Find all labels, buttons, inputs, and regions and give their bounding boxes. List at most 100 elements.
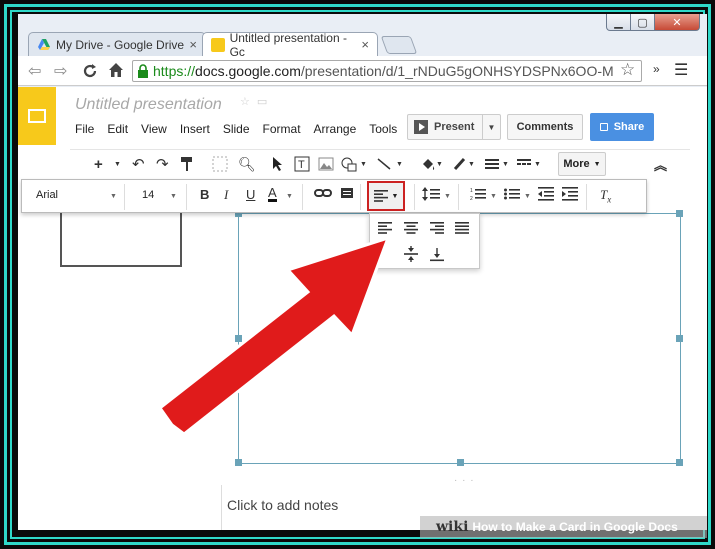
new-tab-button[interactable] xyxy=(380,36,418,54)
align-dropdown-icon: ▼ xyxy=(391,192,399,200)
collapse-toolbar-icon[interactable]: ︽ xyxy=(654,154,667,174)
menu-edit[interactable]: Edit xyxy=(107,122,128,136)
close-window-button[interactable]: ✕ xyxy=(654,14,700,31)
bulleted-list-dropdown-icon[interactable]: ▼ xyxy=(524,193,531,200)
redo-icon[interactable]: ↷ xyxy=(156,154,169,174)
speaker-notes[interactable]: Click to add notes xyxy=(227,497,338,513)
tab-untitled-presentation[interactable]: Untitled presentation - Gc × xyxy=(202,31,378,59)
underline-icon[interactable]: U xyxy=(246,187,255,202)
menu-tools[interactable]: Tools xyxy=(369,122,397,136)
resize-handle[interactable] xyxy=(676,459,683,466)
forward-icon[interactable]: ⇨ xyxy=(54,61,67,81)
border-dash-icon[interactable] xyxy=(516,154,532,174)
present-button[interactable]: Present ▼ xyxy=(407,114,501,140)
zoom-icon[interactable]: 🔍︎ xyxy=(238,154,256,174)
present-dropdown-icon[interactable]: ▼ xyxy=(482,115,500,139)
undo-icon[interactable]: ↶ xyxy=(132,154,145,174)
increase-indent-icon[interactable] xyxy=(562,187,578,204)
border-dash-dropdown-icon[interactable]: ▼ xyxy=(534,154,541,174)
border-weight-dropdown-icon[interactable]: ▼ xyxy=(502,154,509,174)
border-weight-icon[interactable] xyxy=(484,154,500,174)
divider xyxy=(458,184,459,210)
menu-icon[interactable]: ☰ xyxy=(674,60,688,80)
zoom-fit-icon[interactable] xyxy=(212,154,228,174)
document-title[interactable]: Untitled presentation xyxy=(75,96,222,114)
slides-logo-icon xyxy=(28,109,46,123)
notes-divider xyxy=(221,485,222,530)
menu-bar: File Edit View Insert Slide Format Arran… xyxy=(75,122,410,136)
bookmark-star-icon[interactable]: ☆ xyxy=(620,60,635,80)
menu-insert[interactable]: Insert xyxy=(180,122,210,136)
slides-logo[interactable] xyxy=(18,87,56,145)
numbered-list-dropdown-icon[interactable]: ▼ xyxy=(490,193,497,200)
fill-dropdown-icon[interactable]: ▼ xyxy=(436,154,443,174)
notes-resize-handle[interactable]: · · · xyxy=(454,475,475,486)
slides-icon xyxy=(211,37,225,52)
font-size-select[interactable]: 14 xyxy=(142,189,154,201)
url-input[interactable]: https://docs.google.com/presentation/d/1… xyxy=(132,60,642,82)
tab-my-drive[interactable]: My Drive - Google Drive × xyxy=(28,32,206,56)
fill-color-icon[interactable] xyxy=(420,154,436,174)
bulleted-list-icon[interactable] xyxy=(504,187,520,204)
back-icon[interactable]: ⇦ xyxy=(28,61,41,81)
new-slide-icon[interactable]: + xyxy=(94,154,103,174)
minimize-button[interactable]: ▁ xyxy=(606,14,631,31)
more-button[interactable]: More ▼ xyxy=(558,152,606,176)
clear-formatting-icon[interactable]: Tx xyxy=(600,187,611,205)
font-dropdown-icon[interactable]: ▼ xyxy=(110,193,117,200)
play-icon xyxy=(414,120,428,134)
line-icon[interactable] xyxy=(376,154,392,174)
resize-handle[interactable] xyxy=(457,459,464,466)
comments-button[interactable]: Comments xyxy=(507,114,583,140)
line-spacing-icon[interactable] xyxy=(422,187,440,204)
menu-slide[interactable]: Slide xyxy=(223,122,250,136)
svg-text:T: T xyxy=(298,159,305,171)
line-spacing-dropdown-icon[interactable]: ▼ xyxy=(444,193,451,200)
font-select[interactable]: Arial xyxy=(36,189,58,201)
text-color-icon[interactable]: A xyxy=(268,186,277,202)
maximize-button[interactable]: ▢ xyxy=(630,14,655,31)
select-arrow-icon[interactable] xyxy=(272,154,284,174)
url-path: /presentation/d/1_rNDuG5gONHSYDSPNx6OO-M xyxy=(300,63,614,79)
divider xyxy=(360,184,361,210)
text-color-dropdown-icon[interactable]: ▼ xyxy=(286,193,293,200)
new-slide-dropdown-icon[interactable]: ▼ xyxy=(114,154,121,174)
menu-format[interactable]: Format xyxy=(263,122,301,136)
paint-format-icon[interactable] xyxy=(180,154,194,174)
numbered-list-icon[interactable]: 12 xyxy=(470,187,486,204)
reload-icon[interactable] xyxy=(82,63,98,79)
image-icon[interactable] xyxy=(318,154,334,174)
star-icon[interactable]: ☆ ▭ xyxy=(240,95,269,108)
resize-handle[interactable] xyxy=(676,335,683,342)
line-dropdown-icon[interactable]: ▼ xyxy=(396,154,403,174)
home-icon[interactable] xyxy=(108,62,124,78)
align-left-icon xyxy=(373,190,388,202)
share-label: Share xyxy=(613,121,645,133)
border-color-icon[interactable] xyxy=(452,154,468,174)
share-button[interactable]: Share xyxy=(590,113,654,141)
text-box-icon[interactable]: T xyxy=(294,154,310,174)
resize-handle[interactable] xyxy=(676,210,683,217)
align-right-icon[interactable] xyxy=(430,222,444,234)
menu-arrange[interactable]: Arrange xyxy=(314,122,357,136)
font-size-dropdown-icon[interactable]: ▼ xyxy=(170,193,177,200)
close-tab-icon[interactable]: × xyxy=(189,37,197,52)
close-tab-icon[interactable]: × xyxy=(361,37,369,52)
bold-icon[interactable]: B xyxy=(200,187,209,202)
link-icon[interactable] xyxy=(314,187,332,202)
align-justify-icon[interactable] xyxy=(455,222,469,234)
decrease-indent-icon[interactable] xyxy=(538,187,554,204)
shape-dropdown-icon[interactable]: ▼ xyxy=(360,154,367,174)
resize-handle[interactable] xyxy=(235,459,242,466)
extensions-chevron-icon[interactable]: » xyxy=(653,62,660,76)
italic-icon[interactable]: I xyxy=(224,187,228,203)
shape-icon[interactable] xyxy=(340,154,358,174)
url-host: docs.google.com xyxy=(195,63,301,79)
align-button[interactable]: ▼ xyxy=(367,181,405,211)
comment-icon[interactable] xyxy=(340,187,354,204)
border-color-dropdown-icon[interactable]: ▼ xyxy=(468,154,475,174)
menu-file[interactable]: File xyxy=(75,122,94,136)
align-bottom-icon[interactable] xyxy=(430,246,444,262)
menu-view[interactable]: View xyxy=(141,122,167,136)
divider xyxy=(186,184,187,210)
